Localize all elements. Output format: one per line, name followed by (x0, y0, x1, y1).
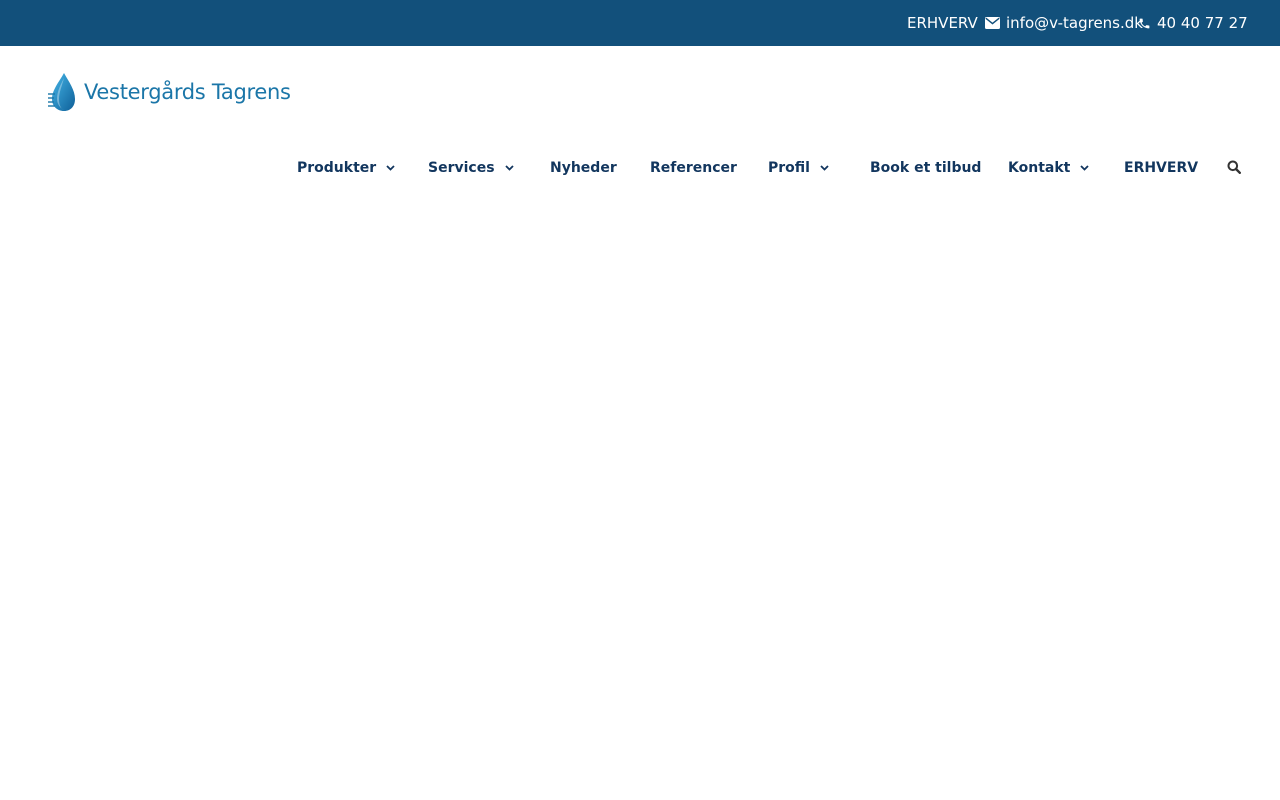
water-drop-icon (48, 72, 76, 112)
search-icon (1227, 159, 1242, 178)
site-logo[interactable]: Vestergårds Tagrens (48, 72, 291, 112)
nav-item-services[interactable]: Services (428, 146, 514, 190)
nav-item-profil[interactable]: Profil (768, 146, 829, 190)
nav-item-book-et-tilbud[interactable]: Book et tilbud (870, 146, 981, 190)
nav-item-label: Nyheder (550, 160, 617, 176)
nav-item-kontakt[interactable]: Kontakt (1008, 146, 1089, 190)
topbar-erhverv-label: ERHVERV (907, 14, 978, 32)
phone-icon (1138, 17, 1151, 30)
chevron-down-icon (1080, 165, 1089, 171)
nav-item-label: Kontakt (1008, 160, 1071, 176)
topbar-phone-text: 40 40 77 27 (1157, 14, 1248, 32)
nav-item-erhverv[interactable]: ERHVERV (1124, 146, 1198, 190)
search-button[interactable] (1226, 160, 1242, 176)
topbar-email-link[interactable]: info@v-tagrens.dk (985, 0, 1143, 46)
chevron-down-icon (504, 165, 514, 171)
nav-item-produkter[interactable]: Produkter (297, 146, 395, 190)
chevron-down-icon (820, 165, 829, 171)
nav-item-label: Services (428, 160, 495, 176)
nav-item-label: ERHVERV (1124, 160, 1199, 176)
envelope-icon (985, 17, 1000, 29)
nav-item-label: Referencer (650, 160, 737, 176)
top-bar: ERHVERV info@v-tagrens.dk 40 40 77 27 (0, 0, 1280, 46)
topbar-email-text: info@v-tagrens.dk (1006, 14, 1143, 32)
topbar-phone-link[interactable]: 40 40 77 27 (1138, 0, 1248, 46)
nav-item-label: Book et tilbud (870, 160, 982, 176)
main-navigation: Produkter Services Nyheder Referencer Pr… (0, 146, 1280, 190)
topbar-erhverv-link[interactable]: ERHVERV (907, 0, 978, 46)
chevron-down-icon (386, 165, 395, 171)
nav-item-label: Produkter (297, 160, 377, 176)
nav-item-nyheder[interactable]: Nyheder (550, 146, 617, 190)
logo-text: Vestergårds Tagrens (84, 80, 291, 104)
nav-item-referencer[interactable]: Referencer (650, 146, 737, 190)
nav-item-label: Profil (768, 160, 810, 176)
